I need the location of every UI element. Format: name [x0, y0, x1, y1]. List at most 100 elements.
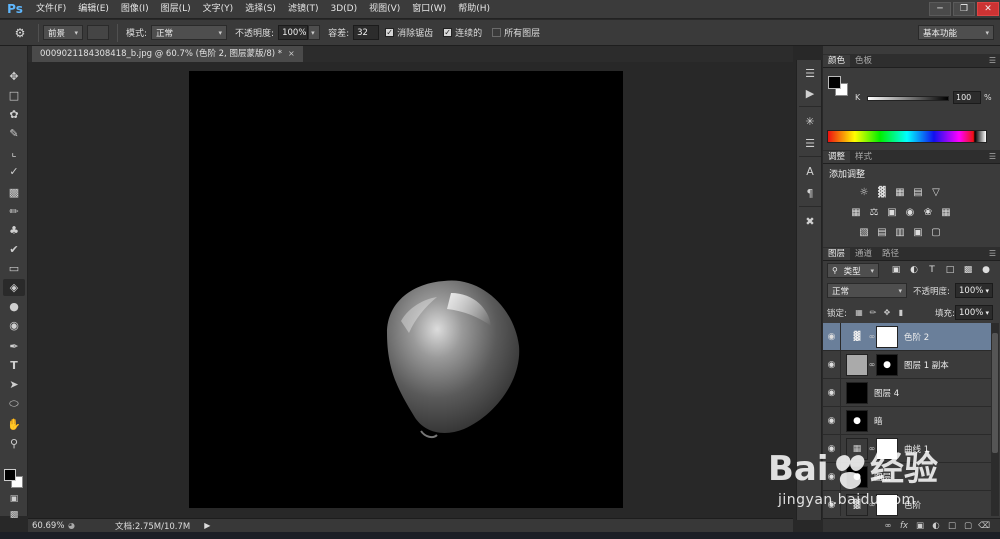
levels-icon[interactable]: ▓ — [875, 186, 889, 198]
layer-kind-filter[interactable]: ⚲ 类型 ▾ — [827, 263, 879, 278]
selective-color-icon[interactable]: ▢ — [929, 226, 943, 238]
tab-color[interactable]: 颜色 — [823, 55, 851, 67]
layer-mask-thumbnail[interactable] — [876, 493, 898, 516]
menu-view[interactable]: 视图(V) — [363, 0, 406, 19]
path-selection-tool-icon[interactable]: ➤ — [3, 376, 25, 393]
menu-window[interactable]: 窗口(W) — [406, 0, 452, 19]
paint-bucket-tool-icon[interactable]: ◈ — [3, 279, 25, 296]
fill-source-select[interactable]: 前景 ▾ — [43, 25, 83, 40]
tab-swatches[interactable]: 色板 — [850, 55, 877, 67]
layer-mask-thumbnail[interactable]: ● — [876, 353, 898, 376]
brush-panel-icon[interactable]: ☰ — [800, 134, 820, 152]
layer-row[interactable]: ◉ ▓ ∞ 色阶 — [823, 490, 991, 516]
hue-saturation-icon[interactable]: ▦ — [849, 206, 863, 218]
actions-panel-icon[interactable]: ▶ — [800, 84, 820, 102]
tab-channels[interactable]: 通道 — [850, 248, 877, 260]
color-balance-icon[interactable]: ⚖ — [867, 206, 881, 218]
zoom-level[interactable]: 60.69% — [28, 521, 68, 531]
menu-layer[interactable]: 图层(L) — [155, 0, 197, 19]
layers-scrollbar-thumb[interactable] — [992, 333, 998, 453]
panel-menu-icon[interactable]: ☰ — [989, 152, 996, 161]
channel-k-input[interactable]: 100 — [953, 91, 981, 104]
all-layers-checkbox[interactable] — [492, 28, 502, 37]
lock-position-icon[interactable]: ✥ — [881, 306, 893, 318]
quick-selection-tool-icon[interactable]: ✎ — [3, 125, 25, 142]
vibrance-icon[interactable]: ▽ — [929, 186, 943, 198]
gradient-map-icon[interactable]: ▣ — [911, 226, 925, 238]
eye-icon[interactable]: ◉ — [823, 434, 841, 463]
tab-layers[interactable]: 图层 — [823, 248, 851, 260]
marquee-tool-icon[interactable]: □ — [3, 87, 25, 104]
layer-row[interactable]: ◉ ▓ ∞ 色阶 2 — [823, 323, 991, 351]
menu-select[interactable]: 选择(S) — [239, 0, 282, 19]
ellipse-tool-icon[interactable]: ⬭ — [3, 395, 25, 412]
layer-row[interactable]: ◉ ∞ ● 图层 1 副本 — [823, 350, 991, 379]
type-tool-icon[interactable]: T — [3, 357, 25, 374]
close-button[interactable]: ✕ — [977, 2, 999, 16]
layer-row[interactable]: ◉ 图层 4 — [823, 378, 991, 407]
color-lookup-icon[interactable]: ▦ — [939, 206, 953, 218]
photo-filter-icon[interactable]: ◉ — [903, 206, 917, 218]
blend-mode-select[interactable]: 正常 ▾ — [827, 283, 907, 298]
adjustment-filter-icon[interactable]: ◐ — [907, 264, 921, 276]
eye-icon[interactable]: ◉ — [823, 378, 841, 407]
eye-icon[interactable]: ◉ — [823, 406, 841, 435]
status-arrow-icon[interactable]: ▶ — [204, 521, 210, 530]
canvas-area[interactable] — [28, 62, 793, 518]
link-icon[interactable]: ∞ — [868, 500, 876, 509]
restore-button[interactable]: ❐ — [953, 2, 975, 16]
tab-styles[interactable]: 样式 — [850, 151, 877, 163]
layer-row[interactable]: ◉ ● 图层 — [823, 462, 991, 491]
eye-icon[interactable]: ◉ — [823, 350, 841, 379]
panel-menu-icon[interactable]: ☰ — [989, 56, 996, 65]
document-canvas[interactable] — [189, 71, 623, 508]
zoom-tool-icon[interactable]: ⚲ — [3, 435, 25, 452]
eyedropper-tool-icon[interactable]: ✓ — [3, 163, 25, 180]
layer-style-icon[interactable]: fx — [896, 520, 912, 532]
document-tab[interactable]: 0009021184308418_b.jpg @ 60.7% (色阶 2, 图层… — [32, 46, 303, 62]
panel-menu-icon[interactable]: ☰ — [989, 249, 996, 258]
move-tool-icon[interactable]: ✥ — [3, 68, 25, 85]
opacity-input[interactable]: 100% — [278, 25, 309, 40]
menu-3d[interactable]: 3D(D) — [324, 0, 363, 19]
brush-tool-icon[interactable]: ✏ — [3, 203, 25, 220]
pattern-swatch[interactable] — [87, 25, 109, 40]
quick-mask-icon[interactable]: ▣ — [3, 490, 25, 507]
lock-all-icon[interactable]: ▮ — [895, 306, 907, 318]
curves-icon[interactable]: ▦ — [893, 186, 907, 198]
invert-icon[interactable]: ▧ — [857, 226, 871, 238]
close-tab-icon[interactable]: × — [288, 46, 295, 62]
contiguous-checkbox[interactable]: ✓ — [443, 28, 453, 37]
threshold-icon[interactable]: ▥ — [893, 226, 907, 238]
tab-paths[interactable]: 路径 — [877, 248, 904, 260]
eye-icon[interactable]: ◉ — [823, 323, 841, 351]
hand-tool-icon[interactable]: ✋ — [3, 416, 25, 433]
menu-type[interactable]: 文字(Y) — [197, 0, 240, 19]
blur-tool-icon[interactable]: ● — [3, 298, 25, 315]
new-group-icon[interactable]: □ — [944, 520, 960, 532]
workspace-select[interactable]: 基本功能 ▾ — [918, 25, 994, 40]
crop-tool-icon[interactable]: ⌞ — [3, 144, 25, 161]
color-panel-foreground[interactable] — [828, 76, 841, 89]
paragraph-panel-icon[interactable]: ¶ — [800, 184, 820, 202]
type-filter-icon[interactable]: T — [925, 264, 939, 276]
shape-filter-icon[interactable]: □ — [943, 264, 957, 276]
link-layers-icon[interactable]: ∞ — [880, 520, 896, 532]
channel-mixer-icon[interactable]: ❀ — [921, 206, 935, 218]
dodge-tool-icon[interactable]: ◉ — [3, 317, 25, 334]
filter-toggle-icon[interactable]: ● — [979, 264, 993, 276]
new-layer-icon[interactable]: ▢ — [960, 520, 976, 532]
eye-icon[interactable]: ◉ — [823, 490, 841, 516]
lock-image-icon[interactable]: ✏ — [867, 306, 879, 318]
color-spectrum-bar[interactable] — [827, 130, 987, 143]
pen-tool-icon[interactable]: ✒ — [3, 338, 25, 355]
paint-bucket-icon[interactable]: ⚙ — [6, 23, 34, 43]
layer-opacity-input[interactable]: 100% ▾ — [955, 283, 993, 298]
foreground-color-swatch[interactable] — [4, 469, 16, 481]
clone-stamp-tool-icon[interactable]: ♣ — [3, 222, 25, 239]
mode-select[interactable]: 正常 ▾ — [151, 25, 228, 40]
lasso-tool-icon[interactable]: ✿ — [3, 106, 25, 123]
healing-brush-tool-icon[interactable]: ▩ — [3, 184, 25, 201]
channel-k-slider[interactable] — [867, 96, 949, 101]
tab-adjustments[interactable]: 调整 — [823, 151, 851, 163]
